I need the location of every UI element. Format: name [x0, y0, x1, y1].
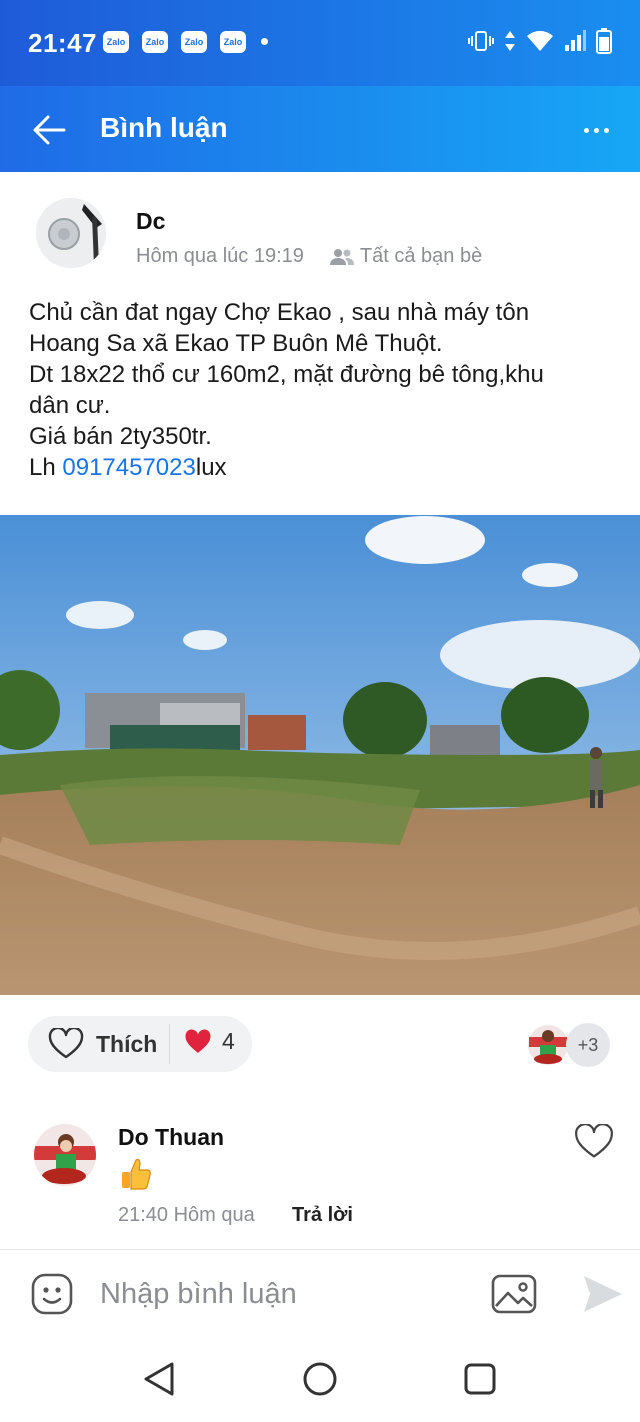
- post-line: Giá bán 2ty350tr.: [29, 423, 212, 450]
- sticker-icon: [31, 1273, 73, 1315]
- reply-button[interactable]: Trả lời: [292, 1204, 353, 1227]
- app-header: Bình luận: [0, 86, 640, 172]
- post-meta: Hôm qua lúc 19:19 Tất cả bạn bè: [136, 245, 482, 268]
- post-author-name[interactable]: Dc: [136, 208, 165, 235]
- arrow-left-icon: [33, 115, 66, 145]
- zalo-notification-icon: Zalo: [142, 31, 168, 53]
- reaction-count: 4: [222, 1028, 235, 1054]
- status-time: 21:47: [28, 28, 97, 58]
- image-icon: [491, 1274, 537, 1314]
- commenter-avatar[interactable]: [34, 1124, 96, 1186]
- reactor-avatar: [526, 1023, 570, 1067]
- sticker-button[interactable]: [30, 1272, 74, 1316]
- commenter-name[interactable]: Do Thuan: [118, 1124, 224, 1151]
- more-reactors-badge: +3: [566, 1023, 610, 1067]
- commenter-avatar-image: [34, 1124, 96, 1186]
- send-button[interactable]: [580, 1272, 624, 1316]
- more-options-button[interactable]: [574, 108, 618, 152]
- comment-like-button[interactable]: [574, 1123, 614, 1164]
- thumbs-up-emoji: [118, 1156, 154, 1192]
- post-photo[interactable]: [0, 515, 640, 995]
- friends-icon: [329, 248, 354, 265]
- post-line: dân cư.: [29, 392, 111, 419]
- pill-divider: [169, 1024, 170, 1064]
- battery-icon: [596, 28, 612, 54]
- more-dots-icon: [583, 127, 589, 133]
- post-time: Hôm qua lúc 19:19: [136, 245, 304, 267]
- heart-outline-icon: [575, 1123, 613, 1158]
- reactor-avatars[interactable]: +3: [526, 1022, 612, 1068]
- like-label: Thích: [96, 1030, 158, 1057]
- post-privacy: Tất cả bạn bè: [359, 245, 483, 267]
- nav-home-button[interactable]: [298, 1357, 342, 1401]
- contact-prefix: Lh: [29, 454, 63, 481]
- comment-time: 21:40 Hôm qua: [118, 1204, 255, 1226]
- status-bar: 21:47 Zalo Zalo Zalo Zalo: [0, 0, 640, 86]
- red-heart-icon: [185, 1029, 211, 1053]
- post-contact-line: Lh 0917457023lux: [29, 452, 619, 483]
- page-title: Bình luận: [100, 112, 228, 143]
- like-button[interactable]: Thích: [28, 1016, 168, 1072]
- reaction-bar: Thích 4: [28, 1016, 252, 1072]
- zalo-notification-icon: Zalo: [181, 31, 207, 53]
- home-circle-icon: [303, 1362, 337, 1396]
- system-nav-bar: [0, 1337, 640, 1422]
- wifi-icon: [527, 30, 553, 51]
- author-avatar[interactable]: [36, 198, 106, 268]
- nav-recents-button[interactable]: [458, 1357, 502, 1401]
- emblem-avatar-image: [36, 198, 106, 268]
- post-line: Dt 18x22 thổ cư 160m2, mặt đường bê tông…: [29, 361, 544, 388]
- heart-outline-icon: [48, 1028, 84, 1059]
- back-button[interactable]: [28, 108, 72, 152]
- signal-icon: [565, 30, 586, 51]
- thumbs-up-icon: [122, 1158, 151, 1190]
- phone-link[interactable]: 0917457023: [62, 454, 195, 481]
- data-arrows-icon: [505, 31, 515, 51]
- reaction-summary[interactable]: 4: [184, 1028, 235, 1055]
- more-notifications-dot: [261, 38, 268, 45]
- post-line: Chủ cần đat ngay Chợ Ekao , sau nhà máy …: [29, 299, 530, 326]
- send-icon: [584, 1276, 622, 1312]
- comment-input[interactable]: [100, 1266, 470, 1322]
- vibrate-icon: [468, 31, 494, 51]
- attach-image-button[interactable]: [490, 1272, 538, 1316]
- nav-back-button[interactable]: [138, 1357, 182, 1401]
- post-line: Hoang Sa xã Ekao TP Buôn Mê Thuột.: [29, 330, 443, 357]
- post-content: Chủ cần đat ngay Chợ Ekao , sau nhà máy …: [29, 297, 619, 483]
- recents-square-icon: [464, 1363, 496, 1395]
- zalo-notification-icon: Zalo: [220, 31, 246, 53]
- back-triangle-icon: [144, 1362, 174, 1396]
- comment-input-bar: [0, 1249, 640, 1338]
- status-icons: [468, 28, 612, 54]
- land-photo-image: [0, 515, 640, 995]
- contact-suffix: lux: [195, 454, 227, 481]
- zalo-notification-icon: Zalo: [103, 31, 129, 53]
